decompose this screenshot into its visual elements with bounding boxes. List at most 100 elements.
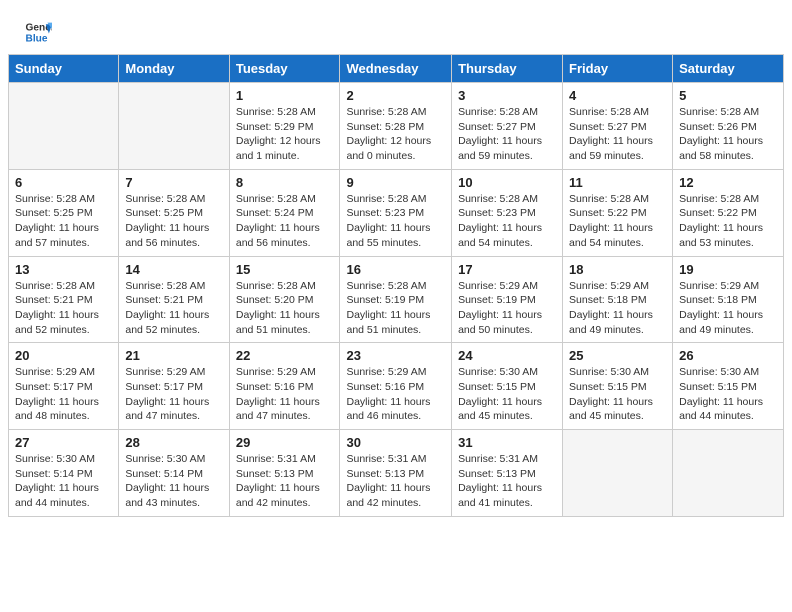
week-row-1: 6 Sunrise: 5:28 AMSunset: 5:25 PMDaylight… <box>9 169 784 256</box>
day-number: 24 <box>458 348 556 363</box>
day-number: 12 <box>679 175 777 190</box>
day-info: Sunrise: 5:30 AMSunset: 5:14 PMDaylight:… <box>15 452 112 511</box>
calendar-cell: 15 Sunrise: 5:28 AMSunset: 5:20 PMDayligh… <box>229 256 340 343</box>
calendar-cell: 8Sunrise: 5:28 AMSunset: 5:24 PMDaylight… <box>229 169 340 256</box>
calendar-body: 1Sunrise: 5:28 AMSunset: 5:29 PMDaylight… <box>9 83 784 517</box>
logo-icon: General Blue <box>24 18 52 46</box>
calendar-cell: 2Sunrise: 5:28 AMSunset: 5:28 PMDaylight… <box>340 83 452 170</box>
day-number: 31 <box>458 435 556 450</box>
weekday-header-wednesday: Wednesday <box>340 55 452 83</box>
calendar-cell: 10 Sunrise: 5:28 AMSunset: 5:23 PMDayligh… <box>452 169 563 256</box>
calendar-cell <box>9 83 119 170</box>
day-info: Sunrise: 5:28 AMSunset: 5:29 PMDaylight:… <box>236 105 334 164</box>
day-info: Sunrise: 5:28 AMSunset: 5:20 PMDaylight:… <box>236 279 334 338</box>
calendar-cell: 29Sunrise: 5:31 AMSunset: 5:13 PMDayligh… <box>229 430 340 517</box>
day-number: 28 <box>125 435 222 450</box>
week-row-2: 13 Sunrise: 5:28 AMSunset: 5:21 PMDayligh… <box>9 256 784 343</box>
calendar-cell: 1Sunrise: 5:28 AMSunset: 5:29 PMDaylight… <box>229 83 340 170</box>
day-info: Sunrise: 5:31 AMSunset: 5:13 PMDaylight:… <box>236 452 334 511</box>
day-info: Sunrise: 5:28 AMSunset: 5:23 PMDaylight:… <box>458 192 556 251</box>
weekday-header-monday: Monday <box>119 55 229 83</box>
week-row-4: 27 Sunrise: 5:30 AMSunset: 5:14 PMDayligh… <box>9 430 784 517</box>
day-info: Sunrise: 5:29 AMSunset: 5:16 PMDaylight:… <box>346 365 445 424</box>
calendar-cell <box>563 430 673 517</box>
day-number: 27 <box>15 435 112 450</box>
weekday-header-thursday: Thursday <box>452 55 563 83</box>
day-info: Sunrise: 5:28 AMSunset: 5:21 PMDaylight:… <box>15 279 112 338</box>
day-info: Sunrise: 5:28 AMSunset: 5:23 PMDaylight:… <box>346 192 445 251</box>
day-number: 14 <box>125 262 222 277</box>
day-info: Sunrise: 5:29 AMSunset: 5:19 PMDaylight:… <box>458 279 556 338</box>
calendar-wrapper: SundayMondayTuesdayWednesdayThursdayFrid… <box>0 54 792 525</box>
day-info: Sunrise: 5:28 AMSunset: 5:19 PMDaylight:… <box>346 279 445 338</box>
day-info: Sunrise: 5:30 AMSunset: 5:15 PMDaylight:… <box>679 365 777 424</box>
calendar-cell: 30 Sunrise: 5:31 AMSunset: 5:13 PMDayligh… <box>340 430 452 517</box>
weekday-header-friday: Friday <box>563 55 673 83</box>
day-number: 9 <box>346 175 445 190</box>
calendar-cell: 28 Sunrise: 5:30 AMSunset: 5:14 PMDayligh… <box>119 430 229 517</box>
svg-text:Blue: Blue <box>26 33 48 44</box>
day-info: Sunrise: 5:29 AMSunset: 5:18 PMDaylight:… <box>679 279 777 338</box>
day-number: 16 <box>346 262 445 277</box>
day-info: Sunrise: 5:28 AMSunset: 5:25 PMDaylight:… <box>15 192 112 251</box>
day-info: Sunrise: 5:28 AMSunset: 5:21 PMDaylight:… <box>125 279 222 338</box>
week-row-0: 1Sunrise: 5:28 AMSunset: 5:29 PMDaylight… <box>9 83 784 170</box>
day-info: Sunrise: 5:29 AMSunset: 5:17 PMDaylight:… <box>125 365 222 424</box>
calendar-cell: 14 Sunrise: 5:28 AMSunset: 5:21 PMDayligh… <box>119 256 229 343</box>
day-number: 26 <box>679 348 777 363</box>
day-number: 3 <box>458 88 556 103</box>
calendar-cell: 16 Sunrise: 5:28 AMSunset: 5:19 PMDayligh… <box>340 256 452 343</box>
weekday-header-row: SundayMondayTuesdayWednesdayThursdayFrid… <box>9 55 784 83</box>
calendar-cell: 25 Sunrise: 5:30 AMSunset: 5:15 PMDayligh… <box>563 343 673 430</box>
calendar-cell: 18 Sunrise: 5:29 AMSunset: 5:18 PMDayligh… <box>563 256 673 343</box>
day-info: Sunrise: 5:28 AMSunset: 5:28 PMDaylight:… <box>346 105 445 164</box>
calendar-cell: 21 Sunrise: 5:29 AMSunset: 5:17 PMDayligh… <box>119 343 229 430</box>
day-info: Sunrise: 5:28 AMSunset: 5:22 PMDaylight:… <box>679 192 777 251</box>
calendar-cell <box>119 83 229 170</box>
day-info: Sunrise: 5:29 AMSunset: 5:16 PMDaylight:… <box>236 365 334 424</box>
day-number: 25 <box>569 348 666 363</box>
day-info: Sunrise: 5:28 AMSunset: 5:27 PMDaylight:… <box>569 105 666 164</box>
day-info: Sunrise: 5:30 AMSunset: 5:15 PMDaylight:… <box>569 365 666 424</box>
calendar-cell: 19 Sunrise: 5:29 AMSunset: 5:18 PMDayligh… <box>673 256 784 343</box>
day-number: 17 <box>458 262 556 277</box>
day-number: 19 <box>679 262 777 277</box>
calendar-cell: 4Sunrise: 5:28 AMSunset: 5:27 PMDaylight… <box>563 83 673 170</box>
day-info: Sunrise: 5:29 AMSunset: 5:18 PMDaylight:… <box>569 279 666 338</box>
day-info: Sunrise: 5:29 AMSunset: 5:17 PMDaylight:… <box>15 365 112 424</box>
calendar-cell: 27 Sunrise: 5:30 AMSunset: 5:14 PMDayligh… <box>9 430 119 517</box>
day-info: Sunrise: 5:31 AMSunset: 5:13 PMDaylight:… <box>346 452 445 511</box>
calendar-cell <box>673 430 784 517</box>
day-info: Sunrise: 5:28 AMSunset: 5:26 PMDaylight:… <box>679 105 777 164</box>
day-number: 15 <box>236 262 334 277</box>
day-number: 13 <box>15 262 112 277</box>
day-info: Sunrise: 5:28 AMSunset: 5:25 PMDaylight:… <box>125 192 222 251</box>
day-number: 8 <box>236 175 334 190</box>
calendar-cell: 9 Sunrise: 5:28 AMSunset: 5:23 PMDaylight… <box>340 169 452 256</box>
header: General Blue <box>0 0 792 54</box>
day-number: 6 <box>15 175 112 190</box>
day-number: 20 <box>15 348 112 363</box>
day-number: 18 <box>569 262 666 277</box>
calendar-header: SundayMondayTuesdayWednesdayThursdayFrid… <box>9 55 784 83</box>
day-info: Sunrise: 5:28 AMSunset: 5:22 PMDaylight:… <box>569 192 666 251</box>
calendar-cell: 3 Sunrise: 5:28 AMSunset: 5:27 PMDaylight… <box>452 83 563 170</box>
calendar-cell: 12 Sunrise: 5:28 AMSunset: 5:22 PMDayligh… <box>673 169 784 256</box>
calendar-cell: 5 Sunrise: 5:28 AMSunset: 5:26 PMDaylight… <box>673 83 784 170</box>
calendar-cell: 26 Sunrise: 5:30 AMSunset: 5:15 PMDayligh… <box>673 343 784 430</box>
day-number: 10 <box>458 175 556 190</box>
day-info: Sunrise: 5:31 AMSunset: 5:13 PMDaylight:… <box>458 452 556 511</box>
day-info: Sunrise: 5:28 AMSunset: 5:27 PMDaylight:… <box>458 105 556 164</box>
week-row-3: 20 Sunrise: 5:29 AMSunset: 5:17 PMDayligh… <box>9 343 784 430</box>
calendar-cell: 13 Sunrise: 5:28 AMSunset: 5:21 PMDayligh… <box>9 256 119 343</box>
day-number: 30 <box>346 435 445 450</box>
weekday-header-saturday: Saturday <box>673 55 784 83</box>
day-number: 7 <box>125 175 222 190</box>
day-info: Sunrise: 5:30 AMSunset: 5:14 PMDaylight:… <box>125 452 222 511</box>
day-number: 21 <box>125 348 222 363</box>
calendar-table: SundayMondayTuesdayWednesdayThursdayFrid… <box>8 54 784 517</box>
calendar-cell: 22Sunrise: 5:29 AMSunset: 5:16 PMDayligh… <box>229 343 340 430</box>
day-number: 5 <box>679 88 777 103</box>
calendar-cell: 6 Sunrise: 5:28 AMSunset: 5:25 PMDaylight… <box>9 169 119 256</box>
weekday-header-sunday: Sunday <box>9 55 119 83</box>
